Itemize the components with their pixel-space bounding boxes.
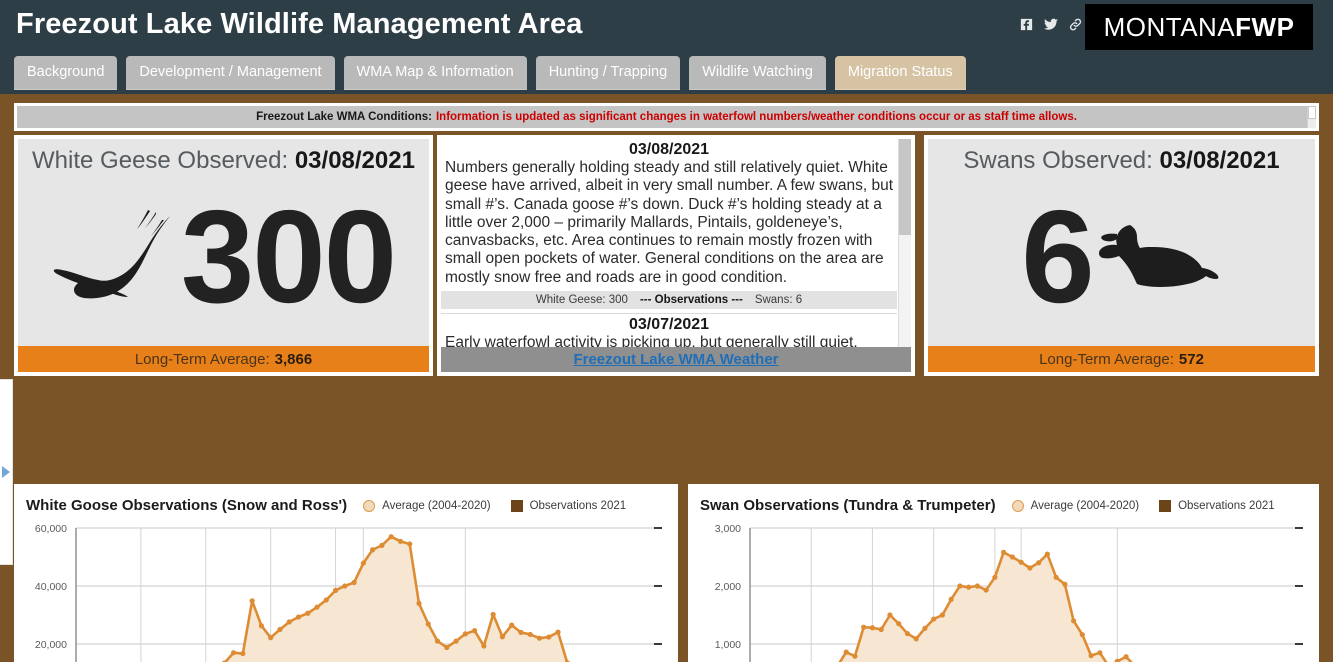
- swans-kpi-title: Swans Observed: 03/08/2021: [928, 139, 1315, 175]
- page-body: Freezout Lake WMA Conditions: Informatio…: [0, 94, 1333, 662]
- swan-chart-header: Swan Observations (Tundra & Trumpeter) A…: [688, 484, 1319, 514]
- legend-item-observations[interactable]: Observations 2021: [510, 499, 627, 512]
- conditions-banner: Freezout Lake WMA Conditions: Informatio…: [14, 103, 1319, 131]
- expand-right-triangle-icon: [2, 466, 10, 478]
- svg-text:60,000: 60,000: [35, 523, 67, 535]
- swans-longterm-average: Long-Term Average: 572: [928, 346, 1315, 372]
- note-body-1: Numbers generally holding steady and sti…: [445, 159, 894, 286]
- tab-migration-status[interactable]: Migration Status: [834, 56, 966, 90]
- white-goose-chart-header: White Goose Observations (Snow and Ross'…: [14, 484, 678, 514]
- note-obs-swans-1: Swans: 6: [754, 293, 803, 306]
- notes-scrollbar-thumb[interactable]: [899, 139, 911, 235]
- white-geese-kpi-title: White Geese Observed: 03/08/2021: [18, 139, 429, 175]
- tab-wma-map-information[interactable]: WMA Map & Information: [343, 56, 527, 90]
- legend-label-observations-swan: Observations 2021: [1178, 499, 1275, 512]
- tab-wildlife-watching[interactable]: Wildlife Watching: [689, 56, 826, 90]
- note-date-1: 03/08/2021: [628, 141, 710, 158]
- weather-link[interactable]: Freezout Lake WMA Weather: [573, 351, 778, 368]
- twitter-icon[interactable]: [1043, 17, 1059, 37]
- tab-bar: Background Development / Management WMA …: [14, 56, 966, 90]
- white-geese-kpi-inner: White Geese Observed: 03/08/2021 300 Lon…: [18, 139, 429, 372]
- legend-square-icon: [510, 499, 523, 512]
- tab-development-management[interactable]: Development / Management: [126, 56, 335, 90]
- page-title: Freezout Lake Wildlife Management Area: [16, 8, 583, 40]
- legend-item-average-swan[interactable]: Average (2004-2020): [1011, 499, 1140, 512]
- social-links: [1019, 17, 1083, 37]
- white-geese-kpi-date: 03/08/2021: [294, 147, 415, 174]
- conditions-text-region: Freezout Lake WMA Conditions: Informatio…: [17, 106, 1316, 128]
- legend-item-average[interactable]: Average (2004-2020): [363, 499, 491, 512]
- site-header: Freezout Lake Wildlife Management Area M…: [0, 0, 1333, 94]
- flying-goose-icon: [53, 209, 170, 298]
- notes-scrollbar[interactable]: [898, 139, 911, 347]
- white-geese-count: 300: [180, 183, 397, 331]
- swans-kpi-body: 6: [928, 175, 1315, 346]
- swan-chart-card: Swan Observations (Tundra & Trumpeter) A…: [688, 484, 1319, 662]
- observation-notes-card: 03/08/2021 Numbers generally holding ste…: [437, 135, 915, 376]
- conditions-message: Information is updated as significant ch…: [435, 111, 1077, 123]
- white-geese-avg-value: 3,866: [274, 350, 313, 368]
- conditions-label: Freezout Lake WMA Conditions:: [256, 111, 432, 123]
- svg-text:3,000: 3,000: [715, 523, 741, 535]
- swan-plot[interactable]: 01,0002,0003,000MarMar 8Mar 15Mar 22Mar …: [688, 520, 1319, 662]
- white-geese-longterm-average: Long-Term Average: 3,866: [18, 346, 429, 372]
- weather-bar: Freezout Lake WMA Weather: [441, 347, 911, 372]
- conditions-scrollbar[interactable]: [1307, 106, 1316, 128]
- svg-text:40,000: 40,000: [35, 581, 67, 593]
- white-geese-kpi-card: White Geese Observed: 03/08/2021 300 Lon…: [14, 135, 433, 376]
- white-geese-kpi-body: 300: [18, 175, 429, 346]
- legend-circle-icon: [1011, 499, 1024, 512]
- link-icon[interactable]: [1068, 17, 1083, 37]
- observation-notes-inner: 03/08/2021 Numbers generally holding ste…: [441, 139, 911, 372]
- sidebar-expand-handle[interactable]: [0, 379, 13, 565]
- logo-montana: MONTANA: [1103, 11, 1236, 42]
- observation-notes-scroll-region[interactable]: 03/08/2021 Numbers generally holding ste…: [441, 139, 911, 347]
- white-goose-chart-legend: Average (2004-2020) Observations 2021: [363, 499, 627, 512]
- legend-label-observations: Observations 2021: [529, 499, 627, 512]
- note-separator: [441, 312, 897, 314]
- white-goose-chart-title: White Goose Observations (Snow and Ross'…: [26, 497, 348, 514]
- logo-text: MONTANAFWP: [1104, 12, 1295, 43]
- note-date-2: 03/07/2021: [628, 315, 710, 333]
- legend-label-average: Average (2004-2020): [382, 499, 491, 512]
- tab-background[interactable]: Background: [14, 56, 118, 90]
- note-obs-geese-1: White Geese: 300: [535, 293, 628, 306]
- legend-item-observations-swan[interactable]: Observations 2021: [1159, 499, 1275, 512]
- swans-kpi-inner: Swans Observed: 03/08/2021 6 Long-Term A…: [928, 139, 1315, 372]
- swans-count: 6: [1021, 183, 1094, 331]
- note-observations-1: White Geese: 300 --- Observations --- Sw…: [441, 290, 897, 309]
- legend-square-icon: [1159, 499, 1172, 512]
- conditions-scrollbar-thumb[interactable]: [1308, 106, 1316, 120]
- white-geese-avg-label: Long-Term Average:: [134, 350, 270, 368]
- white-goose-plot[interactable]: 020,00040,00060,000MarMar 8Mar 15Mar 22M…: [14, 520, 678, 662]
- note-body-2: Early waterfowl activity is picking up, …: [445, 333, 858, 347]
- legend-label-average-swan: Average (2004-2020): [1030, 499, 1140, 512]
- svg-text:1,000: 1,000: [715, 639, 741, 651]
- swans-kpi-card: Swans Observed: 03/08/2021 6 Long-Term A…: [924, 135, 1319, 376]
- tab-hunting-trapping[interactable]: Hunting / Trapping: [535, 56, 681, 90]
- swans-avg-label: Long-Term Average:: [1039, 350, 1174, 368]
- facebook-icon[interactable]: [1019, 17, 1034, 37]
- swan-chart-title: Swan Observations (Tundra & Trumpeter): [700, 497, 996, 514]
- logo-fwp: FWP: [1235, 11, 1295, 42]
- white-goose-chart-card: White Goose Observations (Snow and Ross'…: [14, 484, 678, 662]
- svg-text:20,000: 20,000: [35, 639, 67, 651]
- note-obs-divider-1: --- Observations ---: [639, 293, 743, 306]
- legend-circle-icon: [363, 499, 376, 512]
- swimming-swan-icon: [1098, 224, 1219, 287]
- svg-text:2,000: 2,000: [715, 581, 741, 593]
- montana-fwp-logo: MONTANAFWP: [1085, 4, 1313, 50]
- swans-kpi-label: Swans Observed:: [963, 147, 1153, 174]
- swans-avg-value: 572: [1178, 350, 1204, 368]
- swan-chart-legend: Average (2004-2020) Observations 2021: [1011, 499, 1275, 512]
- white-geese-kpi-label: White Geese Observed:: [32, 147, 289, 174]
- swans-kpi-date: 03/08/2021: [1159, 147, 1280, 174]
